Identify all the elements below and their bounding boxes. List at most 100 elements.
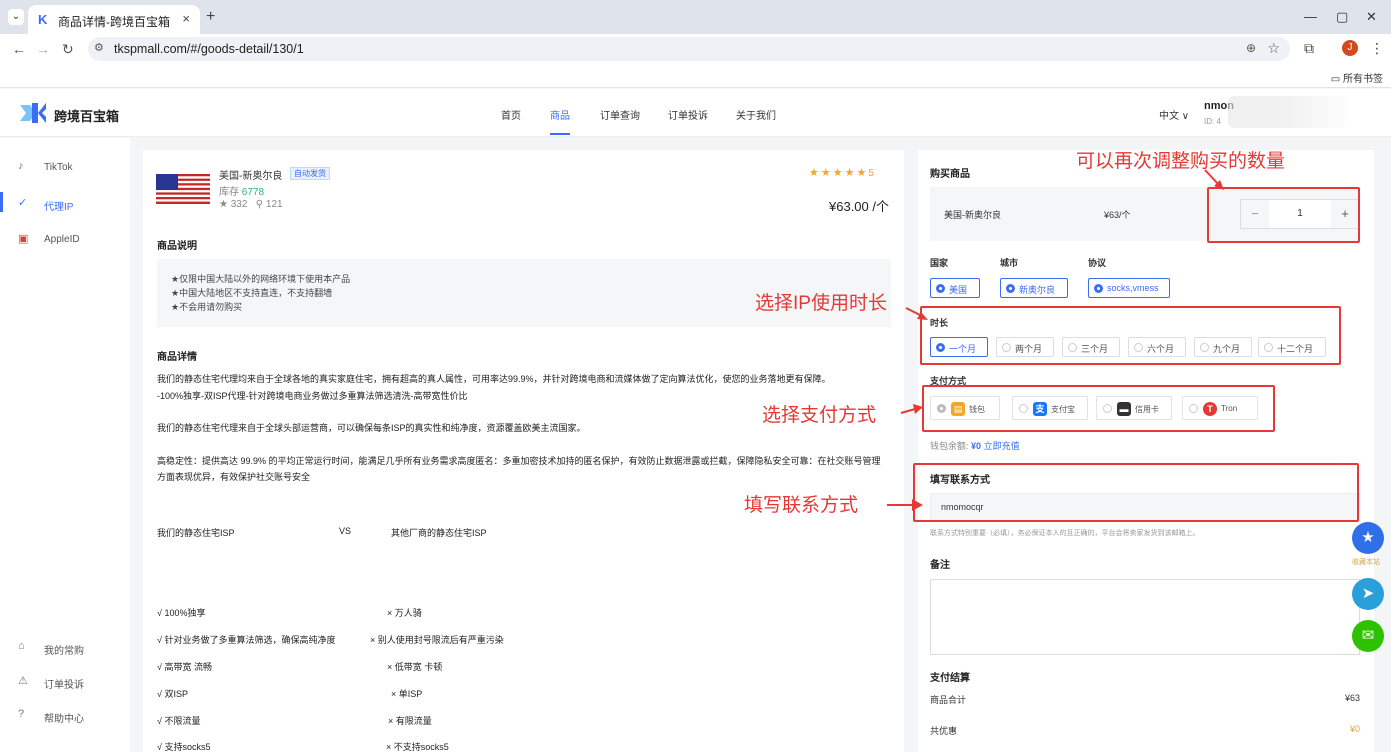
- forward-icon[interactable]: →: [36, 41, 50, 57]
- cart-item-name: 美国-新奥尔良: [944, 210, 1001, 220]
- site-logo-icon[interactable]: [18, 101, 48, 125]
- compare-left-item: √ 双ISP: [157, 689, 188, 699]
- help-icon: ?: [18, 708, 25, 720]
- close-window-icon[interactable]: ✕: [1366, 9, 1377, 25]
- favorites-count: 332: [230, 199, 248, 210]
- annotation-quantity: 可以再次调整购买的数量: [1076, 151, 1286, 172]
- protocol-option[interactable]: socks,vmess: [1088, 278, 1170, 298]
- extensions-icon[interactable]: ⧉: [1304, 40, 1314, 57]
- compare-left-item: √ 不限流量: [157, 716, 201, 726]
- browser-menu-icon[interactable]: ⋮: [1370, 40, 1384, 57]
- all-bookmarks[interactable]: ▭ 所有书签: [1331, 70, 1383, 85]
- link-icon: ⚲: [255, 199, 264, 210]
- compare-left-item: √ 100%独享: [157, 608, 206, 618]
- appleid-icon: ▣: [18, 233, 29, 245]
- purchase-title: 购买商品: [930, 169, 970, 180]
- tab-close-icon[interactable]: ×: [182, 11, 190, 26]
- star-icon: ★: [219, 199, 228, 210]
- nav-home[interactable]: 首页: [501, 107, 521, 122]
- product-price: ¥63.00 /个: [829, 199, 889, 214]
- site-info-icon[interactable]: ⚙: [94, 41, 104, 54]
- compare-right-item: × 万人骑: [387, 608, 422, 618]
- annotation-box-quantity: [1207, 187, 1360, 243]
- discount-row: 共优惠 ¥0: [930, 724, 1360, 737]
- wallet-balance: 钱包余额: ¥0 立即充值: [930, 439, 1020, 452]
- balance-label: 钱包余额:: [930, 441, 969, 451]
- nav-order-query[interactable]: 订单查询: [600, 107, 640, 122]
- sidebar-item-my-purchases[interactable]: ⌂ 我的常购: [0, 638, 130, 658]
- product-panel: 美国-新奥尔良 自动发货 库存 6778 ★ 332 ⚲ 121 ★★★★★5 …: [143, 150, 904, 752]
- subtotal-label: 商品合计: [930, 695, 967, 705]
- compare-right-item: × 不支持socks5: [386, 742, 449, 752]
- site-name[interactable]: 跨境百宝箱: [54, 106, 119, 125]
- note-line: ★中国大陆地区不支持直连，不支持翻墙: [171, 288, 333, 298]
- tab-search-icon[interactable]: ⌄: [8, 9, 24, 25]
- sidebar-item-help[interactable]: ? 帮助中心: [0, 706, 130, 726]
- zoom-icon[interactable]: ⊕: [1246, 41, 1256, 55]
- nav-about[interactable]: 关于我们: [736, 107, 776, 122]
- discount-value: ¥0: [1349, 724, 1360, 734]
- recharge-link[interactable]: 立即充值: [984, 441, 1020, 451]
- description-title: 商品说明: [157, 241, 197, 252]
- new-tab-icon[interactable]: +: [206, 8, 215, 26]
- favorite-site-button[interactable]: ★: [1352, 522, 1384, 554]
- product-title: 美国-新奥尔良: [219, 171, 283, 182]
- compare-right-head: 其他厂商的静态住宅ISP: [391, 528, 487, 538]
- nav-products[interactable]: 商品: [550, 107, 570, 122]
- minimize-icon[interactable]: —: [1304, 9, 1317, 24]
- back-icon[interactable]: ←: [12, 41, 26, 57]
- detail-line: 方面表现优异，有效保护社交账号安全: [157, 472, 311, 482]
- product-meta: ★ 332 ⚲ 121: [219, 199, 283, 210]
- annotation-duration: 选择IP使用时长: [755, 293, 887, 314]
- remark-textarea[interactable]: [930, 579, 1360, 655]
- sidebar-item-label: TikTok: [44, 162, 73, 173]
- annotation-arrow-icon: [1204, 169, 1224, 190]
- remark-title: 备注: [930, 560, 950, 571]
- warning-icon: ⚠: [18, 675, 28, 687]
- redaction-blur: [1228, 96, 1348, 128]
- sidebar-item-label: 订单投诉: [44, 680, 84, 691]
- telegram-button[interactable]: ➤: [1352, 578, 1384, 610]
- sidebar-item-label: 帮助中心: [44, 714, 84, 725]
- annotation-payment: 选择支付方式: [762, 405, 877, 426]
- country-option[interactable]: 美国: [930, 278, 980, 298]
- rating-value: 5: [868, 168, 874, 179]
- sidebar-item-appleid[interactable]: ▣ AppleID: [0, 230, 130, 250]
- city-option[interactable]: 新奥尔良: [1000, 278, 1068, 298]
- subtotal-row: 商品合计 ¥63: [930, 693, 1360, 706]
- compare-left-item: √ 高带宽 流畅: [157, 662, 212, 672]
- radio-icon: [936, 284, 945, 293]
- annotation-arrow-icon: [905, 307, 928, 320]
- sidebar-item-complaint[interactable]: ⚠ 订单投诉: [0, 672, 130, 692]
- detail-line: 高稳定性：提供高达 99.9% 的平均正常运行时间，能满足几乎所有业务需求高度匿…: [157, 456, 881, 466]
- restore-icon[interactable]: ▢: [1336, 9, 1348, 25]
- bookmark-star-icon[interactable]: ☆: [1267, 40, 1280, 57]
- detail-title: 商品详情: [157, 352, 197, 363]
- sidebar-item-tiktok[interactable]: ♪ TikTok: [0, 158, 130, 178]
- sidebar-item-label: AppleID: [44, 234, 80, 245]
- links-count: 121: [265, 199, 283, 210]
- option-label: 新奥尔良: [1019, 285, 1056, 295]
- annotation-box-payment: [922, 385, 1275, 432]
- reload-icon[interactable]: ↻: [62, 41, 74, 58]
- annotation-arrow-icon: [887, 499, 923, 511]
- sidebar: ♪ TikTok ✓ 代理IP ▣ AppleID ⌂ 我的常购 ⚠ 订单投诉 …: [0, 138, 130, 752]
- city-label: 城市: [1000, 258, 1019, 268]
- discount-label: 共优惠: [930, 726, 958, 736]
- sidebar-item-proxy-ip[interactable]: ✓ 代理IP: [0, 194, 130, 214]
- radio-icon: [1006, 284, 1015, 293]
- url-field[interactable]: ⚙ tkspmall.com/#/goods-detail/130/1 ⊕ ☆: [88, 37, 1290, 61]
- nav-order-complaint[interactable]: 订单投诉: [668, 107, 708, 122]
- home-icon: ⌂: [18, 640, 25, 652]
- detail-line: 我们的静态住宅代理均来自于全球各地的真实家庭住宅，拥有超高的真人属性，可用率达9…: [157, 374, 831, 384]
- compare-vs: VS: [339, 526, 352, 536]
- profile-avatar[interactable]: J: [1342, 40, 1358, 56]
- auto-delivery-badge: 自动发货: [290, 167, 330, 180]
- language-select[interactable]: 中文 ∨: [1159, 107, 1189, 122]
- us-flag-icon: [156, 174, 210, 204]
- rating-stars: ★★★★★5: [809, 167, 874, 179]
- browser-tab[interactable]: K 商品详情-跨境百宝箱 ×: [28, 5, 200, 34]
- annotation-box-duration: [920, 306, 1341, 365]
- wechat-button[interactable]: ✉: [1352, 620, 1384, 652]
- address-bar-row: ← → ↻ ⚙ tkspmall.com/#/goods-detail/130/…: [0, 34, 1391, 64]
